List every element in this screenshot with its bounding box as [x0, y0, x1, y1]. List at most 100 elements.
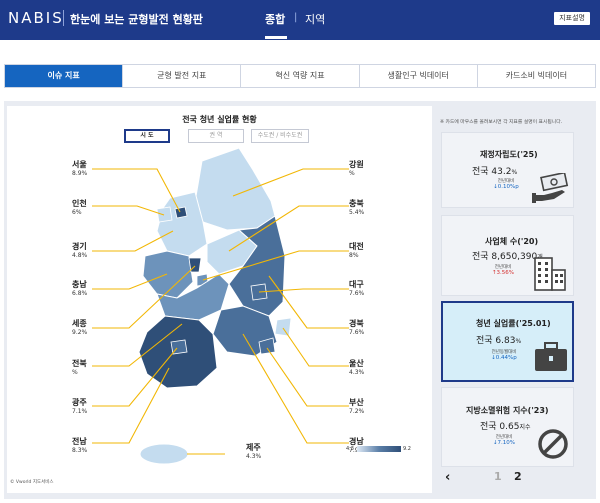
region-label-sejong[interactable]: 세종 9.2% — [72, 318, 87, 337]
building-icon — [534, 257, 566, 291]
region-name: 광주 — [72, 398, 87, 407]
card-title: 사업체 수('20) — [485, 237, 539, 246]
region-value: % — [72, 369, 78, 376]
region-label-ulsan[interactable]: 울산 4.3% — [349, 358, 364, 377]
prohibited-icon — [538, 429, 568, 459]
region-label-jeonbuk[interactable]: 전북 % — [72, 358, 87, 377]
region-label-daegu[interactable]: 대구 7.6% — [349, 279, 364, 298]
region-value: 7.1% — [72, 408, 88, 415]
region-name: 전남 — [72, 437, 87, 446]
region-label-gwangju[interactable]: 광주 7.1% — [72, 397, 87, 416]
region-name: 경북 — [349, 319, 364, 328]
region-name: 서울 — [72, 160, 87, 169]
leader-ulsan — [282, 327, 349, 367]
region-name: 대구 — [349, 280, 364, 289]
card-title: 재정자립도('25) — [480, 150, 538, 159]
region-value: 9.2% — [72, 329, 88, 336]
region-label-gyeonggi[interactable]: 경기 4.8% — [72, 241, 87, 260]
map-region-gangwon — [194, 147, 276, 231]
map-copyright: © Vworld 지도서비스 — [10, 480, 54, 485]
region-label-gyeongbuk[interactable]: 경북 7.6% — [349, 318, 364, 337]
tab-balanced-development[interactable]: 균형 발전 지표 — [123, 65, 242, 87]
hover-note: ※ 카드에 마우스를 올려보시면 각 지표를 설명이 표시됩니다. — [440, 120, 563, 125]
map-region-seoul — [174, 206, 188, 219]
region-label-busan[interactable]: 부산 7.2% — [349, 397, 364, 416]
region-name: 제주 — [246, 443, 261, 452]
region-name: 대전 — [349, 242, 364, 251]
nav-divider: | — [294, 12, 298, 23]
region-value: 7.6% — [349, 329, 365, 336]
region-value: 4.3% — [246, 453, 262, 460]
region-value: 8.3% — [72, 447, 88, 454]
region-value: 5.4% — [349, 209, 365, 216]
card-delta: ↓0.44%p — [491, 355, 517, 361]
region-label-chungnam[interactable]: 충남 6.8% — [72, 279, 87, 298]
legend-max: 9.2 — [403, 446, 411, 452]
page-2-button[interactable]: 2 — [514, 470, 522, 483]
leader-incheon — [92, 205, 165, 216]
nabis-logo[interactable]: NABIS — [8, 9, 64, 27]
region-label-jeonnam[interactable]: 전남 8.3% — [72, 436, 87, 455]
nav-overview[interactable]: 종합 — [265, 11, 285, 27]
region-label-seoul[interactable]: 서울 8.9% — [72, 159, 87, 178]
region-value: 6.8% — [72, 290, 88, 297]
site-title: 한눈에 보는 균형발전 현황판 — [70, 13, 203, 26]
indicator-tabs: 이슈 지표 균형 발전 지표 혁신 역량 지표 생활인구 빅데이터 카드소비 빅… — [4, 64, 596, 88]
region-value: 8% — [349, 252, 359, 259]
region-label-incheon[interactable]: 인천 6% — [72, 198, 87, 217]
card-extinction-risk[interactable]: 지방소멸위험 지수('23) 전국 0.65지수 전년대비 ↓7.10% — [441, 387, 574, 467]
card-title: 청년 실업률('25.01) — [476, 319, 551, 328]
map-title: 전국 청년 실업률 현황 — [182, 115, 257, 124]
region-name: 충북 — [349, 199, 364, 208]
pager-prev-button[interactable]: ‹ — [445, 470, 450, 485]
region-value: 4.3% — [349, 369, 365, 376]
level-capital-button[interactable]: 수도권 / 비수도권 — [251, 129, 309, 143]
card-title: 지방소멸위험 지수('23) — [466, 406, 549, 415]
tab-innovation-capacity[interactable]: 혁신 역량 지표 — [241, 65, 360, 87]
region-name: 충남 — [72, 280, 87, 289]
level-province-button[interactable]: 시 도 — [124, 129, 170, 143]
region-name: 울산 — [349, 359, 364, 368]
map-region-ulsan — [274, 317, 292, 337]
region-label-daejeon[interactable]: 대전 8% — [349, 241, 364, 260]
map-panel: 전국 청년 실업률 현황 시 도 권 역 수도권 / 비수도권 서울 8.9% … — [7, 106, 432, 493]
money-hand-icon — [532, 173, 569, 203]
logo-divider — [63, 10, 64, 26]
region-name: 경기 — [72, 242, 87, 251]
top-header: NABIS 한눈에 보는 균형발전 현황판 종합 | 지역 지표설명 — [0, 0, 600, 40]
map-region-jeju — [139, 443, 189, 465]
region-name: 전북 — [72, 359, 87, 368]
region-value: 6% — [72, 209, 82, 216]
region-value: 4.8% — [72, 252, 88, 259]
level-zone-button[interactable]: 권 역 — [188, 129, 244, 143]
region-name: 강원 — [349, 160, 364, 169]
page-1-button[interactable]: 1 — [494, 470, 502, 483]
legend-gradient — [357, 446, 401, 452]
region-label-gangwon[interactable]: 강원 % — [349, 159, 364, 178]
region-label-chungbuk[interactable]: 충북 5.4% — [349, 198, 364, 217]
region-label-jeju[interactable]: 제주 4.3% — [246, 442, 261, 461]
tab-card-spending[interactable]: 카드소비 빅데이터 — [477, 65, 596, 87]
tab-living-population[interactable]: 생활인구 빅데이터 — [359, 65, 478, 87]
region-value: 7.2% — [349, 408, 365, 415]
indicator-guide-button[interactable]: 지표설명 — [554, 12, 590, 25]
card-youth-unemployment[interactable]: 청년 실업률('25.01) 전국 6.83% 전년동월대비 ↓0.44%p — [441, 301, 574, 382]
region-value: 7.6% — [349, 290, 365, 297]
tab-issue-indicators[interactable]: 이슈 지표 — [5, 65, 124, 87]
map-region-incheon — [156, 206, 173, 223]
region-name: 인천 — [72, 199, 87, 208]
region-name: 세종 — [72, 319, 87, 328]
card-fiscal-independence[interactable]: 재정자립도('25) 전국 43.2% 전년대비 ↓0.10%p — [441, 132, 574, 208]
card-business-count[interactable]: 사업체 수('20) 전국 8,650,390개 전년대비 ↑3.56% — [441, 215, 574, 296]
region-value: % — [349, 170, 355, 177]
legend-min: 4.3 — [346, 446, 354, 452]
leader-busan — [266, 347, 349, 407]
region-value: 8.9% — [72, 170, 88, 177]
korea-map[interactable] — [7, 106, 432, 493]
card-delta: ↓0.10%p — [493, 184, 519, 190]
briefcase-icon — [535, 342, 567, 371]
nav-region[interactable]: 지역 — [305, 11, 325, 27]
card-delta: ↓7.10% — [492, 440, 516, 446]
region-name: 부산 — [349, 398, 364, 407]
nav-active-indicator — [265, 36, 287, 39]
